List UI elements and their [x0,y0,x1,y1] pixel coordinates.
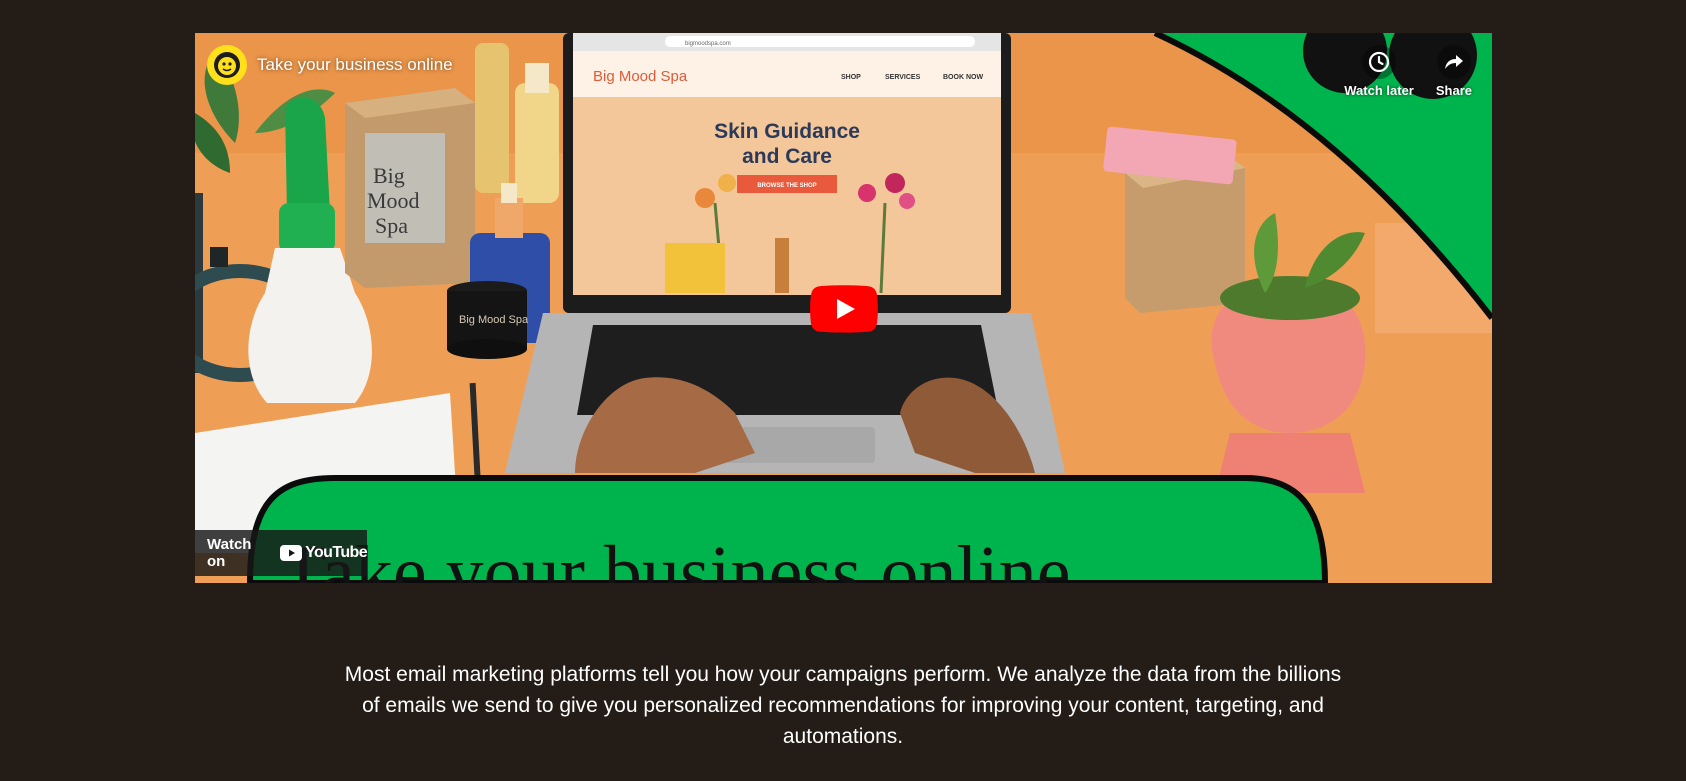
video-title[interactable]: Take your business online [257,55,453,75]
svg-text:BROWSE THE SHOP: BROWSE THE SHOP [757,183,816,189]
svg-text:Spa: Spa [375,213,408,238]
share-arrow-icon [1436,45,1471,79]
video-header: Take your business online [207,45,453,85]
youtube-logo: YouTube [280,544,368,562]
description-text: Most email marketing platforms tell you … [344,663,1342,748]
play-button[interactable] [810,285,878,333]
clock-icon [1362,45,1397,79]
svg-text:Mood: Mood [367,188,420,213]
kraft-box-left: Big Mood Spa [345,88,475,288]
black-jar: Big Mood Spa [447,281,529,359]
svg-text:BOOK NOW: BOOK NOW [943,74,983,81]
watch-on-label: Watch on [207,536,252,570]
watch-later-label: Watch later [1344,83,1414,98]
youtube-play-icon [280,545,303,561]
svg-text:SERVICES: SERVICES [885,74,921,81]
bottom-banner: Take your business online [246,475,1329,583]
svg-text:SHOP: SHOP [841,74,861,81]
svg-text:Big Mood Spa: Big Mood Spa [593,68,688,85]
channel-avatar[interactable] [207,45,247,85]
video-embed[interactable]: Big Mood Spa Big Mood Spa bigmoodspa.com… [195,33,1492,583]
mailchimp-logo-icon [214,52,240,78]
svg-text:and Care: and Care [742,145,832,168]
watch-later-button[interactable]: Watch later [1344,45,1414,98]
youtube-wordmark: YouTube [305,544,367,561]
share-label: Share [1435,83,1472,98]
svg-text:Take your business online: Take your business online [280,531,1070,583]
svg-text:Big: Big [373,163,405,188]
share-button[interactable]: Share [1436,45,1472,98]
video-actions: Watch later Share [1344,45,1472,98]
svg-text:Big Mood Spa: Big Mood Spa [459,314,529,326]
svg-text:Skin Guidance: Skin Guidance [714,120,860,143]
watch-on-youtube-button[interactable]: Watch on YouTube [195,530,368,576]
svg-text:bigmoodspa.com: bigmoodspa.com [685,41,731,47]
page: Big Mood Spa Big Mood Spa bigmoodspa.com… [0,0,1686,781]
